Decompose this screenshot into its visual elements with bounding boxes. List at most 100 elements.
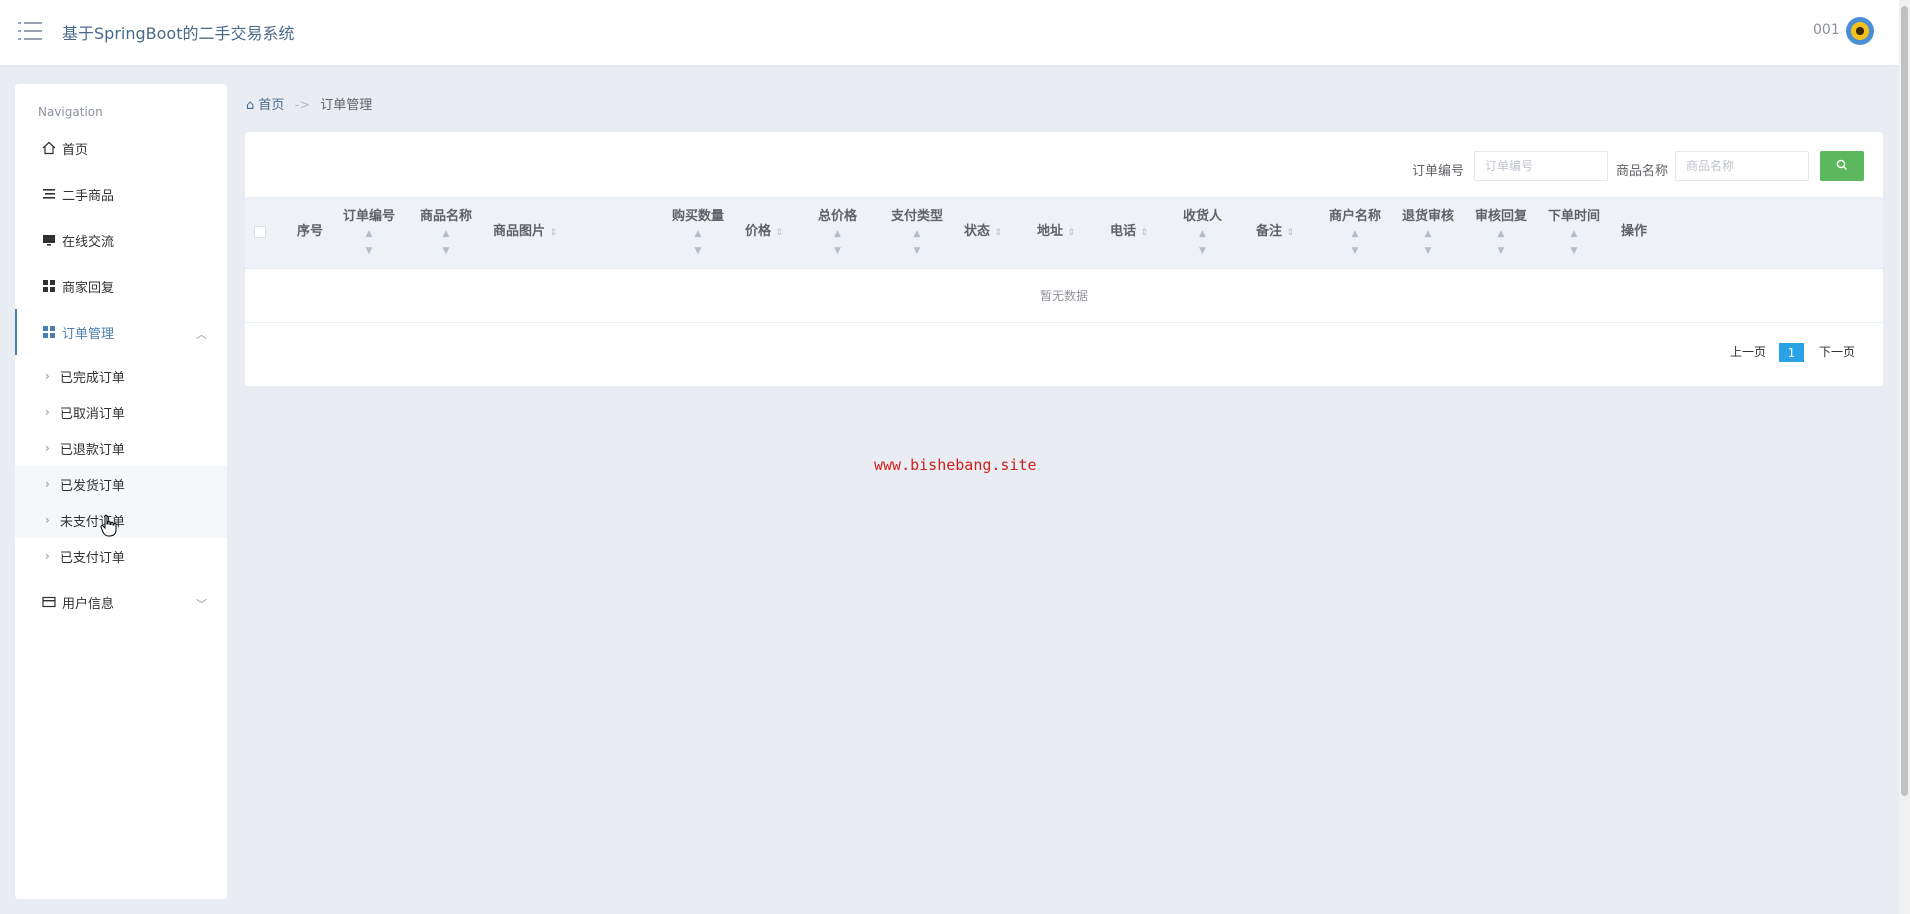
sort-icon: ⇕ bbox=[1286, 228, 1295, 238]
subitem-unpaid-orders[interactable]: › 未支付订单 bbox=[15, 502, 227, 538]
column-label: 操作 bbox=[1621, 224, 1648, 239]
column-total-price[interactable]: 总价格 ▲ ▼ bbox=[818, 209, 857, 259]
order-number-label: 订单编号 bbox=[1412, 164, 1465, 179]
sidebar-item-products[interactable]: 二手商品 bbox=[15, 171, 227, 217]
product-name-label: 商品名称 bbox=[1616, 164, 1669, 179]
chevron-right-icon: › bbox=[45, 513, 50, 527]
column-order-time[interactable]: 下单时间 ▲ ▼ bbox=[1548, 209, 1600, 259]
column-phone[interactable]: 电话 ⇕ bbox=[1110, 224, 1148, 241]
column-label: 状态 bbox=[964, 224, 991, 239]
chevron-right-icon: › bbox=[45, 549, 50, 563]
page-scrollbar[interactable] bbox=[1899, 0, 1910, 914]
column-label: 地址 bbox=[1037, 224, 1064, 239]
column-return-review[interactable]: 退货审核 ▲ ▼ bbox=[1402, 209, 1454, 259]
app-title: 基于SpringBoot的二手交易系统 bbox=[62, 24, 295, 43]
subitem-completed-orders[interactable]: › 已完成订单 bbox=[15, 358, 227, 394]
grid-icon bbox=[43, 280, 55, 292]
column-payment-type[interactable]: 支付类型 ▲ ▼ bbox=[891, 209, 943, 259]
empty-text: 暂无数据 bbox=[1039, 289, 1088, 303]
grid-icon bbox=[43, 326, 55, 338]
sidebar: Navigation 首页 二手商品 在线交流 商家回复 订单管理 ︿ › 已完… bbox=[15, 84, 227, 899]
column-product-image[interactable]: 商品图片 ⇕ bbox=[493, 224, 557, 241]
sidebar-item-user-info[interactable]: 用户信息 ﹀ bbox=[15, 579, 227, 625]
next-page-button[interactable]: 下一页 bbox=[1819, 343, 1855, 360]
watermark-text: www.bishebang.site bbox=[874, 456, 1037, 474]
sort-icon: ▲ ▼ bbox=[913, 229, 921, 256]
sidebar-item-order-management[interactable]: 订单管理 ︿ bbox=[15, 309, 227, 355]
breadcrumb: ⌂ 首页 -> 订单管理 bbox=[246, 94, 372, 113]
sidebar-item-label: 在线交流 bbox=[62, 234, 115, 250]
order-number-input[interactable] bbox=[1474, 151, 1608, 181]
sort-icon: ▲ ▼ bbox=[694, 229, 702, 256]
breadcrumb-home[interactable]: ⌂ 首页 bbox=[246, 98, 284, 113]
column-label: 电话 bbox=[1110, 224, 1137, 239]
column-label: 商户名称 bbox=[1329, 209, 1382, 224]
chevron-up-icon: ︿ bbox=[196, 328, 207, 341]
column-label: 退货审核 bbox=[1402, 209, 1455, 224]
chevron-down-icon: ﹀ bbox=[196, 598, 207, 611]
column-label: 备注 bbox=[1256, 224, 1283, 239]
page-1-button[interactable]: 1 bbox=[1779, 343, 1804, 362]
sort-icon: ⇕ bbox=[775, 228, 784, 238]
column-status[interactable]: 状态 ⇕ bbox=[964, 224, 1002, 241]
subitem-refunded-orders[interactable]: › 已退款订单 bbox=[15, 430, 227, 466]
subitem-label: 已完成订单 bbox=[59, 370, 125, 386]
sidebar-item-chat[interactable]: 在线交流 bbox=[15, 217, 227, 263]
subitem-paid-orders[interactable]: › 已支付订单 bbox=[15, 538, 227, 574]
column-address[interactable]: 地址 ⇕ bbox=[1037, 224, 1075, 241]
column-index: 序号 bbox=[297, 224, 323, 240]
subitem-cancelled-orders[interactable]: › 已取消订单 bbox=[15, 394, 227, 430]
column-label: 总价格 bbox=[818, 209, 858, 224]
home-icon bbox=[42, 141, 56, 155]
sidebar-item-label: 二手商品 bbox=[62, 188, 115, 204]
list-icon bbox=[43, 189, 55, 199]
sort-icon: ⇕ bbox=[549, 228, 558, 238]
subitem-label: 已取消订单 bbox=[59, 406, 125, 422]
search-icon bbox=[1836, 159, 1847, 170]
subitem-label: 已退款订单 bbox=[59, 442, 125, 458]
column-label: 下单时间 bbox=[1548, 209, 1601, 224]
prev-page-button[interactable]: 上一页 bbox=[1730, 343, 1766, 360]
breadcrumb-separator: -> bbox=[294, 98, 311, 113]
column-label: 商品名称 bbox=[420, 209, 473, 224]
sort-icon: ▲ ▼ bbox=[1424, 229, 1432, 256]
avatar[interactable] bbox=[1846, 17, 1874, 45]
sort-icon: ▲ ▼ bbox=[1570, 229, 1578, 256]
column-label: 支付类型 bbox=[891, 209, 944, 224]
sort-icon: ▲ ▼ bbox=[365, 229, 373, 256]
column-product-name[interactable]: 商品名称 ▲ ▼ bbox=[420, 209, 472, 259]
column-label: 订单编号 bbox=[343, 209, 396, 224]
sidebar-item-merchant-reply[interactable]: 商家回复 bbox=[15, 263, 227, 309]
user-name[interactable]: 001 bbox=[1813, 22, 1840, 38]
table-empty-row: 暂无数据 bbox=[245, 269, 1883, 323]
sidebar-item-home[interactable]: 首页 bbox=[15, 125, 227, 171]
sidebar-item-label: 订单管理 bbox=[62, 326, 115, 342]
home-icon: ⌂ bbox=[246, 98, 255, 113]
column-order-number[interactable]: 订单编号 ▲ ▼ bbox=[343, 209, 395, 259]
sidebar-item-label: 首页 bbox=[62, 142, 89, 158]
monitor-icon bbox=[43, 235, 55, 246]
sort-icon: ⇕ bbox=[1140, 228, 1149, 238]
product-name-input[interactable] bbox=[1675, 151, 1809, 181]
search-button[interactable] bbox=[1820, 151, 1864, 181]
sort-icon: ⇕ bbox=[994, 228, 1003, 238]
hamburger-icon[interactable] bbox=[18, 20, 42, 42]
scrollbar-thumb[interactable] bbox=[1901, 6, 1908, 796]
nav-caption: Navigation bbox=[38, 105, 103, 119]
column-merchant-name[interactable]: 商户名称 ▲ ▼ bbox=[1329, 209, 1381, 259]
top-header: 基于SpringBoot的二手交易系统 001 bbox=[0, 0, 1910, 65]
chevron-right-icon: › bbox=[45, 369, 50, 383]
column-remark[interactable]: 备注 ⇕ bbox=[1256, 224, 1294, 241]
column-label: 价格 bbox=[745, 224, 772, 239]
column-quantity[interactable]: 购买数量 ▲ ▼ bbox=[672, 209, 724, 259]
chevron-right-icon: › bbox=[45, 405, 50, 419]
column-review-reply[interactable]: 审核回复 ▲ ▼ bbox=[1475, 209, 1527, 259]
subitem-shipped-orders[interactable]: › 已发货订单 bbox=[15, 466, 227, 502]
column-label: 购买数量 bbox=[672, 209, 725, 224]
select-all-checkbox[interactable] bbox=[254, 226, 266, 238]
breadcrumb-home-label: 首页 bbox=[258, 98, 285, 113]
column-receiver[interactable]: 收货人 ▲ ▼ bbox=[1183, 209, 1222, 259]
sort-icon: ▲ ▼ bbox=[1199, 229, 1206, 256]
table-header: 序号 订单编号 ▲ ▼ 商品名称 ▲ ▼ 商品图片 ⇕ 购买数量 ▲ ▼ 价格 ⇕ 总价格 ▲… bbox=[245, 197, 1883, 269]
column-price[interactable]: 价格 ⇕ bbox=[745, 224, 783, 241]
